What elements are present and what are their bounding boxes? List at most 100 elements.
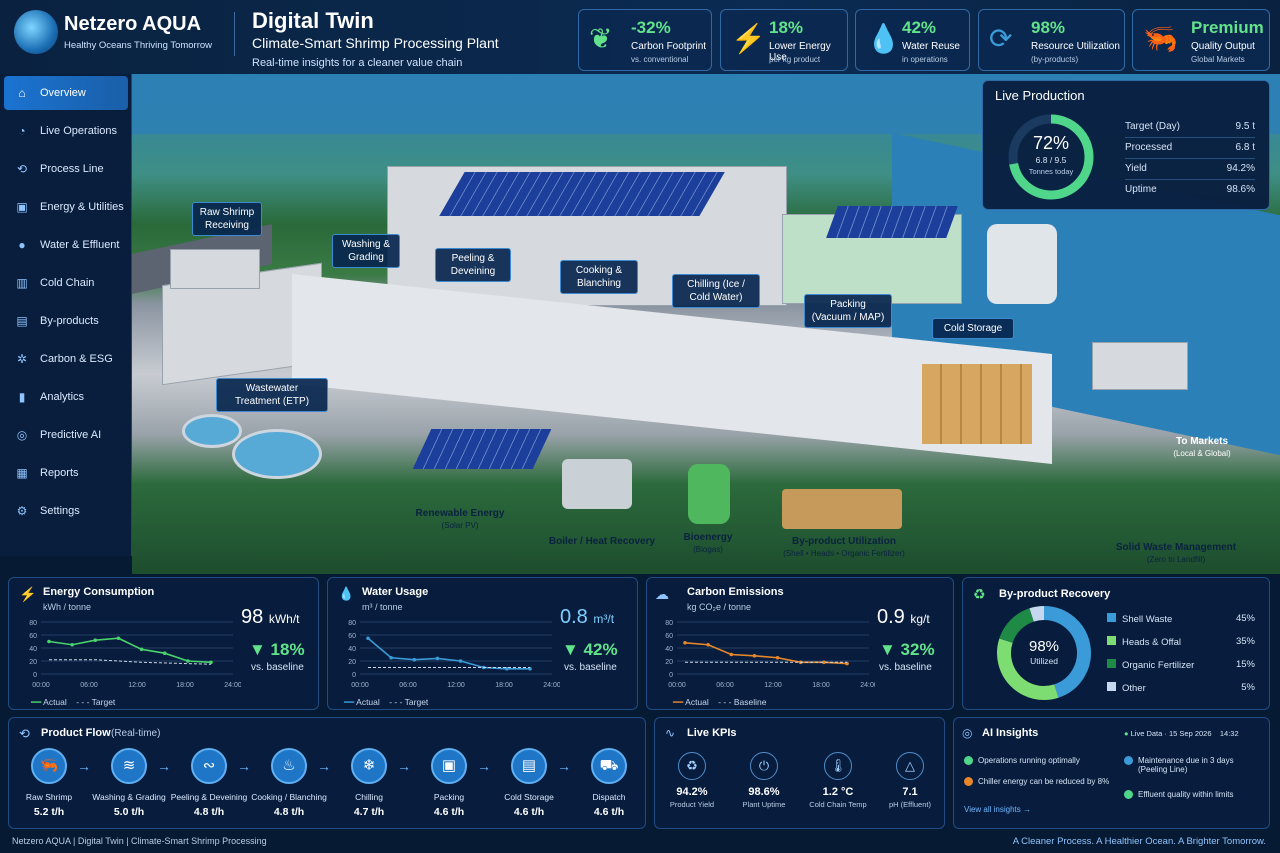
kpi-sub: in operations <box>902 55 948 64</box>
brand-name: Netzero AQUA <box>64 13 202 35</box>
label-cold-storage[interactable]: Cold Storage <box>932 318 1014 339</box>
label-peeling[interactable]: Peeling & Deveining <box>435 248 511 282</box>
flow-step-rate: 4.8 t/h <box>193 806 225 818</box>
legend-value: 45% <box>1235 613 1255 624</box>
sidebar-item-predictive-ai[interactable]: ◎ Predictive AI <box>4 418 128 452</box>
sidebar-item-reports[interactable]: ▦ Reports <box>4 456 128 490</box>
sidebar-item-carbon[interactable]: ✲ Carbon & ESG <box>4 342 128 376</box>
kpi-carbon-footprint[interactable]: ❦ -32% Carbon Footprint vs. conventional <box>578 9 712 71</box>
carbon-value: 0.9 kg/t <box>877 606 930 629</box>
kpi-ph-effluent[interactable]: △ 7.1 pH (Effluent) <box>875 752 945 809</box>
y-tick-label: 40 <box>665 646 673 653</box>
lp-row-processed: Processed 6.8 t <box>1125 142 1255 159</box>
insight-subtext: (Peeling Line) <box>1138 765 1188 775</box>
flow-step-name: Cooking / Blanching <box>251 792 327 802</box>
y-tick-label: 80 <box>348 620 356 627</box>
live-production-panel: Live Production 72% 6.8 / 9.5 Tonnes tod… <box>982 80 1270 210</box>
data-point <box>139 647 144 652</box>
silos <box>987 224 1057 304</box>
sidebar-item-byproducts[interactable]: ▤ By-products <box>4 304 128 338</box>
data-point <box>47 639 51 644</box>
legend-key: Organic Fertilizer <box>1122 660 1195 671</box>
label-raw-receiving[interactable]: Raw Shrimp Receiving <box>192 202 262 236</box>
insight-effluent: Effluent quality within limits <box>1124 790 1233 800</box>
energy-panel[interactable]: ⚡ Energy Consumption kWh / tonne 0 20 40 60… <box>8 577 319 710</box>
label-etp[interactable]: Wastewater Treatment (ETP) <box>216 378 328 412</box>
legend-target: Target <box>404 697 429 707</box>
ai-insights-panel: ◎ AI Insights ● Live Data · 15 Sep 2026 … <box>953 717 1270 829</box>
energy-change: ▼ 18% <box>249 640 305 659</box>
lp-key: Target (Day) <box>1125 121 1181 132</box>
label-chilling[interactable]: Chilling (Ice / Cold Water) <box>672 274 760 308</box>
water-panel[interactable]: 💧 Water Usage m³ / tonne 0 20 40 60 80 00:00 0… <box>327 577 638 710</box>
data-point <box>775 655 780 660</box>
y-tick-label: 20 <box>348 659 356 666</box>
kpi-value: 42% <box>902 18 937 37</box>
kpi-resource-utilization[interactable]: ⟳ 98% Resource Utilization (by-products) <box>978 9 1125 71</box>
kpi-quality[interactable]: 🦐 Premium Quality Output Global Markets <box>1132 9 1270 71</box>
legend-item: Shell Waste 45% <box>1107 613 1255 636</box>
legend-value: 5% <box>1241 682 1255 693</box>
lp-value: 6.8 t <box>1235 142 1255 153</box>
kpi-sub: vs. conventional <box>631 55 689 64</box>
kpi-sub: (by-products) <box>1031 55 1079 64</box>
y-tick-label: 60 <box>665 633 673 640</box>
label-byproduct-text: By-product Utilization <box>792 536 896 547</box>
x-tick-label: 24:00 <box>543 682 560 689</box>
sidebar-item-process-line[interactable]: ⟲ Process Line <box>4 152 128 186</box>
kpi-plant-uptime[interactable]: ⏻ 98.6% Plant Uptime <box>729 752 799 809</box>
y-tick-label: 0 <box>669 672 673 679</box>
gauge-sub: 6.8 / 9.5 <box>1035 155 1067 165</box>
sidebar-item-water[interactable]: ● Water & Effluent <box>4 228 128 262</box>
x-tick-label: 18:00 <box>495 682 513 689</box>
truck-right <box>1092 342 1188 390</box>
label-packing[interactable]: Packing (Vacuum / MAP) <box>804 294 892 328</box>
legend-value: 15% <box>1235 659 1255 670</box>
kpi-energy[interactable]: ⚡ 18% Lower Energy Use per kg product <box>720 9 848 71</box>
y-tick-label: 20 <box>665 659 673 666</box>
flow-step-name: Raw Shrimp <box>25 792 73 802</box>
insight-chiller: Chiller energy can be reduced by 8% <box>964 777 1109 787</box>
data-point <box>186 659 190 663</box>
flow-step[interactable]: ⛟ Dispatch 4.6 t/h <box>569 748 649 818</box>
energy-value: 98 kWh/t <box>241 606 299 629</box>
sidebar-item-settings[interactable]: ⚙ Settings <box>4 494 128 528</box>
kpi-label: Plant Uptime <box>742 800 786 809</box>
snowflake-icon: ❄ <box>351 748 387 784</box>
sidebar-item-label: Live Operations <box>40 125 118 137</box>
shrimp-icon: 🦐 <box>31 748 67 784</box>
view-all-insights-link[interactable]: View all insights → <box>964 805 1031 814</box>
energy-value-unit: kWh/t <box>268 612 300 626</box>
live-data-label: Live Data <box>1130 729 1163 738</box>
sidebar-item-live-operations[interactable]: ◔ Live Operations <box>4 114 128 148</box>
insight-text: Maintenance due in 3 days <box>1138 756 1234 765</box>
x-tick-label: 00:00 <box>32 682 50 689</box>
pie-slice <box>999 608 1035 644</box>
sidebar-item-energy[interactable]: ▣ Energy & Utilities <box>4 190 128 224</box>
label-cooking[interactable]: Cooking & Blanching <box>560 260 638 294</box>
x-tick-label: 18:00 <box>176 682 194 689</box>
sidebar-item-overview[interactable]: ⌂ Overview <box>4 76 128 110</box>
data-point <box>93 638 98 642</box>
label-washing[interactable]: Washing & Grading <box>332 234 400 268</box>
flow-step-rate: 5.2 t/h <box>33 806 65 818</box>
kpi-product-yield[interactable]: ♻ 94.2% Product Yield <box>657 752 727 809</box>
kpi-cold-chain-temp[interactable]: 🌡 1.2 °C Cold Chain Temp <box>803 752 873 809</box>
carbon-panel[interactable]: ☁ Carbon Emissions kg CO₂e / tonne 0 20 40… <box>646 577 954 710</box>
x-tick-label: 06:00 <box>399 682 417 689</box>
sidebar-item-analytics[interactable]: ▮ Analytics <box>4 380 128 414</box>
legend-key: Other <box>1122 683 1146 694</box>
pulse-icon: ∿ <box>665 726 676 740</box>
water-value-unit: m³/t <box>593 612 615 626</box>
kpi-sub: per kg product <box>769 55 821 64</box>
legend-item: Other 5% <box>1107 682 1255 705</box>
byproduct-panel[interactable]: ♻ By-product Recovery 98% Utilized Shell… <box>962 577 1270 710</box>
x-tick-label: 24:00 <box>224 682 241 689</box>
sidebar-item-cold-chain[interactable]: ▥ Cold Chain <box>4 266 128 300</box>
lp-value: 9.5 t <box>1235 121 1255 132</box>
legend-baseline: Baseline <box>733 697 767 707</box>
lp-value: 94.2% <box>1226 163 1255 174</box>
y-tick-label: 60 <box>348 633 356 640</box>
kpi-water-reuse[interactable]: 💧 42% Water Reuse in operations <box>855 9 970 71</box>
kpi-label: Quality Output <box>1191 41 1255 52</box>
